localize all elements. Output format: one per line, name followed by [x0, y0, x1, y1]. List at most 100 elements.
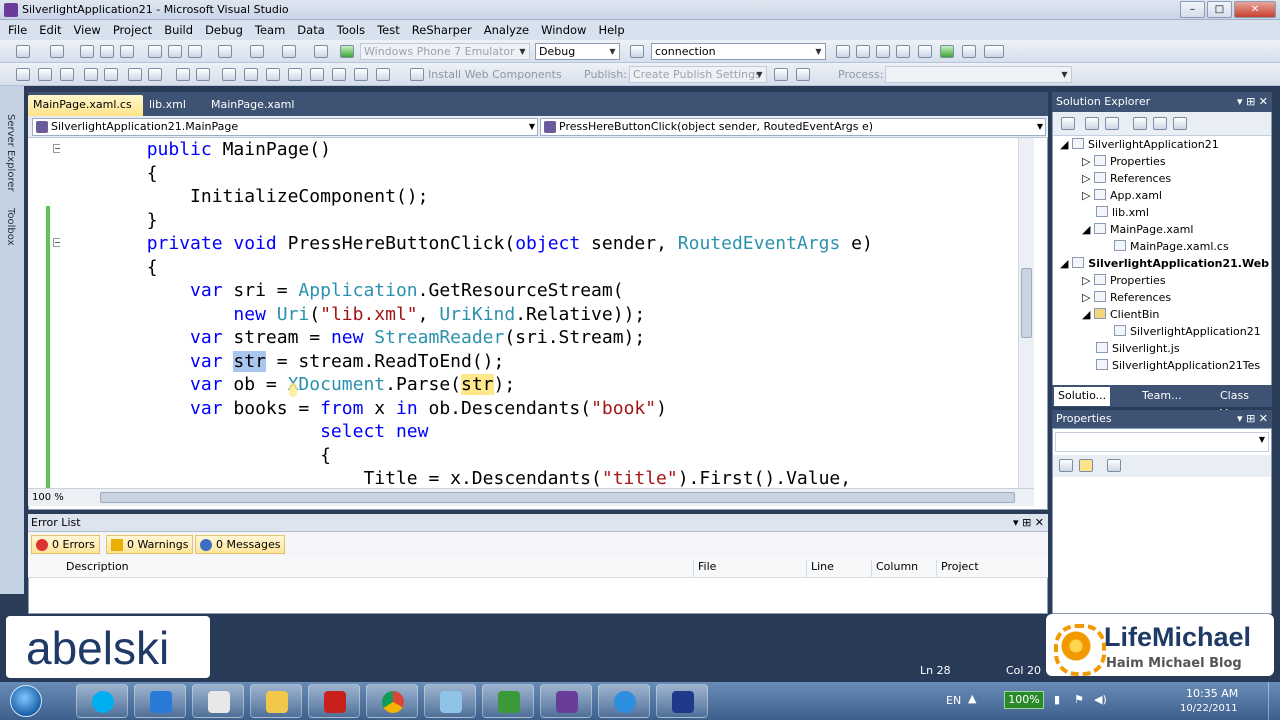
properties-object-combo[interactable]: ▼ — [1055, 432, 1269, 452]
clear-bookmarks-icon[interactable] — [332, 68, 346, 81]
paste-icon[interactable] — [188, 45, 202, 58]
view-class-diagram-icon[interactable] — [1173, 117, 1187, 130]
close-icon[interactable]: ▾ ⊞ ✕ — [1237, 410, 1268, 428]
menu-window[interactable]: Window — [541, 23, 586, 37]
start-button[interactable] — [2, 682, 50, 720]
publish-options-icon[interactable] — [796, 68, 810, 81]
class-combo[interactable]: SilverlightApplication21.MainPage ▼ — [32, 118, 538, 136]
save-all-icon[interactable] — [120, 45, 134, 58]
property-pages-icon[interactable] — [1107, 459, 1121, 472]
zoom-combo[interactable]: 100 % — [30, 491, 94, 505]
find-in-files-icon[interactable] — [630, 45, 644, 58]
errors-filter-button[interactable]: 0 Errors — [31, 535, 101, 554]
maximize-button[interactable]: □ — [1207, 1, 1232, 18]
install-web-components-button[interactable]: Install Web Components — [428, 68, 562, 81]
taskbar-explorer[interactable] — [250, 684, 302, 718]
start-debugging-icon[interactable] — [340, 45, 354, 58]
target-device-combo[interactable]: Windows Phone 7 Emulator ▼ — [360, 43, 530, 60]
toolbox-icon[interactable] — [896, 45, 910, 58]
menu-edit[interactable]: Edit — [39, 23, 61, 37]
menu-project[interactable]: Project — [113, 23, 152, 37]
publish-settings-combo[interactable]: Create Publish Settings ▼ — [629, 66, 767, 83]
network-icon[interactable]: ▮ — [1054, 693, 1060, 706]
clock-date[interactable]: 10/22/2011 — [1180, 703, 1238, 714]
help-icon[interactable] — [196, 68, 210, 81]
taskbar-pdf-viewer[interactable] — [192, 684, 244, 718]
view-designer-icon[interactable] — [1153, 117, 1167, 130]
warnings-filter-button[interactable]: 0 Warnings — [106, 535, 194, 554]
taskbar-acrobat[interactable] — [308, 684, 360, 718]
tree-item[interactable]: ◢ SilverlightApplication21 — [1060, 138, 1219, 151]
menu-test[interactable]: Test — [377, 23, 400, 37]
taskbar-skype[interactable] — [76, 684, 128, 718]
menu-team[interactable]: Team — [255, 23, 285, 37]
command-window-icon[interactable] — [962, 45, 976, 58]
member-combo[interactable]: PressHereButtonClick(object sender, Rout… — [540, 118, 1046, 136]
categorized-icon[interactable] — [1059, 459, 1073, 472]
properties-icon[interactable] — [1061, 117, 1075, 130]
tab-team-explorer[interactable]: Team... — [1138, 387, 1186, 406]
tree-item[interactable]: lib.xml — [1096, 206, 1149, 219]
flag-icon[interactable]: ⚑ — [1074, 693, 1084, 706]
tree-item[interactable]: ▷ Properties — [1082, 274, 1166, 287]
tree-item[interactable]: MainPage.xaml.cs — [1114, 240, 1229, 253]
column-project[interactable]: Project — [936, 560, 979, 578]
menu-analyze[interactable]: Analyze — [484, 23, 529, 37]
battery-indicator[interactable]: 100% — [1004, 691, 1044, 709]
configuration-combo[interactable]: Debug ▼ — [535, 43, 620, 60]
taskbar-project[interactable] — [482, 684, 534, 718]
server-explorer-tab[interactable]: Server Explorer — [5, 114, 16, 192]
close-icon[interactable]: ▾ ⊞ ✕ — [1237, 92, 1268, 112]
process-combo[interactable]: ▼ — [885, 66, 1072, 83]
outdent-icon[interactable] — [104, 68, 118, 81]
taskbar-recorder[interactable] — [656, 684, 708, 718]
taskbar-download[interactable] — [134, 684, 186, 718]
menu-debug[interactable]: Debug — [205, 23, 243, 37]
start-page-icon[interactable] — [918, 45, 932, 58]
next-bookmark-icon[interactable] — [244, 68, 258, 81]
tree-item[interactable]: ▷ Properties — [1082, 155, 1166, 168]
horizontal-scroll-thumb[interactable] — [100, 492, 1015, 503]
view-code-icon[interactable] — [1133, 117, 1147, 130]
close-button[interactable]: ✕ — [1234, 1, 1276, 18]
bookmark-window-icon[interactable] — [354, 68, 368, 81]
taskbar-app[interactable] — [424, 684, 476, 718]
tree-item[interactable]: SilverlightApplication21Tes — [1096, 359, 1260, 372]
tree-item[interactable]: SilverlightApplication21 — [1114, 325, 1261, 338]
tree-item[interactable]: ▷ References — [1082, 172, 1171, 185]
column-file[interactable]: File — [693, 560, 716, 578]
tab-mainpage-xaml-cs[interactable]: MainPage.xaml.cs — [28, 95, 143, 116]
cut-icon[interactable] — [148, 45, 162, 58]
taskbar-visual-studio[interactable] — [540, 684, 592, 718]
menu-build[interactable]: Build — [164, 23, 193, 37]
toolbox-tab[interactable]: Toolbox — [5, 208, 16, 246]
menu-file[interactable]: File — [8, 23, 27, 37]
add-item-icon[interactable] — [50, 45, 64, 58]
column-line[interactable]: Line — [806, 560, 834, 578]
close-icon[interactable]: ▾ ⊞ ✕ — [1013, 514, 1044, 531]
new-project-icon[interactable] — [16, 45, 30, 58]
clock-time[interactable]: 10:35 AM — [1186, 687, 1238, 700]
language-indicator[interactable]: EN — [946, 694, 961, 707]
editor-vertical-scrollbar[interactable] — [1018, 138, 1034, 488]
show-desktop-button[interactable] — [1268, 682, 1280, 720]
volume-icon[interactable]: ◀) — [1094, 693, 1107, 706]
tree-item[interactable]: ◢ ClientBin — [1082, 308, 1159, 321]
redo-icon[interactable] — [250, 45, 264, 58]
refresh-icon[interactable] — [1105, 117, 1119, 130]
menu-resharper[interactable]: ReSharper — [412, 23, 472, 37]
open-file-icon[interactable] — [80, 45, 94, 58]
copy-icon[interactable] — [168, 45, 182, 58]
code-text[interactable]: public MainPage() { InitializeComponent(… — [60, 138, 1018, 488]
taskbar-chrome[interactable] — [366, 684, 418, 718]
tab-solution-explorer[interactable]: Solutio... — [1054, 387, 1111, 406]
menu-data[interactable]: Data — [297, 23, 324, 37]
comment-icon[interactable] — [128, 68, 142, 81]
solution-explorer-icon[interactable] — [836, 45, 850, 58]
select-icon[interactable] — [16, 68, 30, 81]
navigate-forward-icon[interactable] — [314, 45, 328, 58]
navigate-back-icon[interactable] — [282, 45, 296, 58]
tray-expand-icon[interactable]: ▲ — [968, 692, 976, 705]
menu-tools[interactable]: Tools — [337, 23, 365, 37]
next-in-folder-icon[interactable] — [288, 68, 302, 81]
